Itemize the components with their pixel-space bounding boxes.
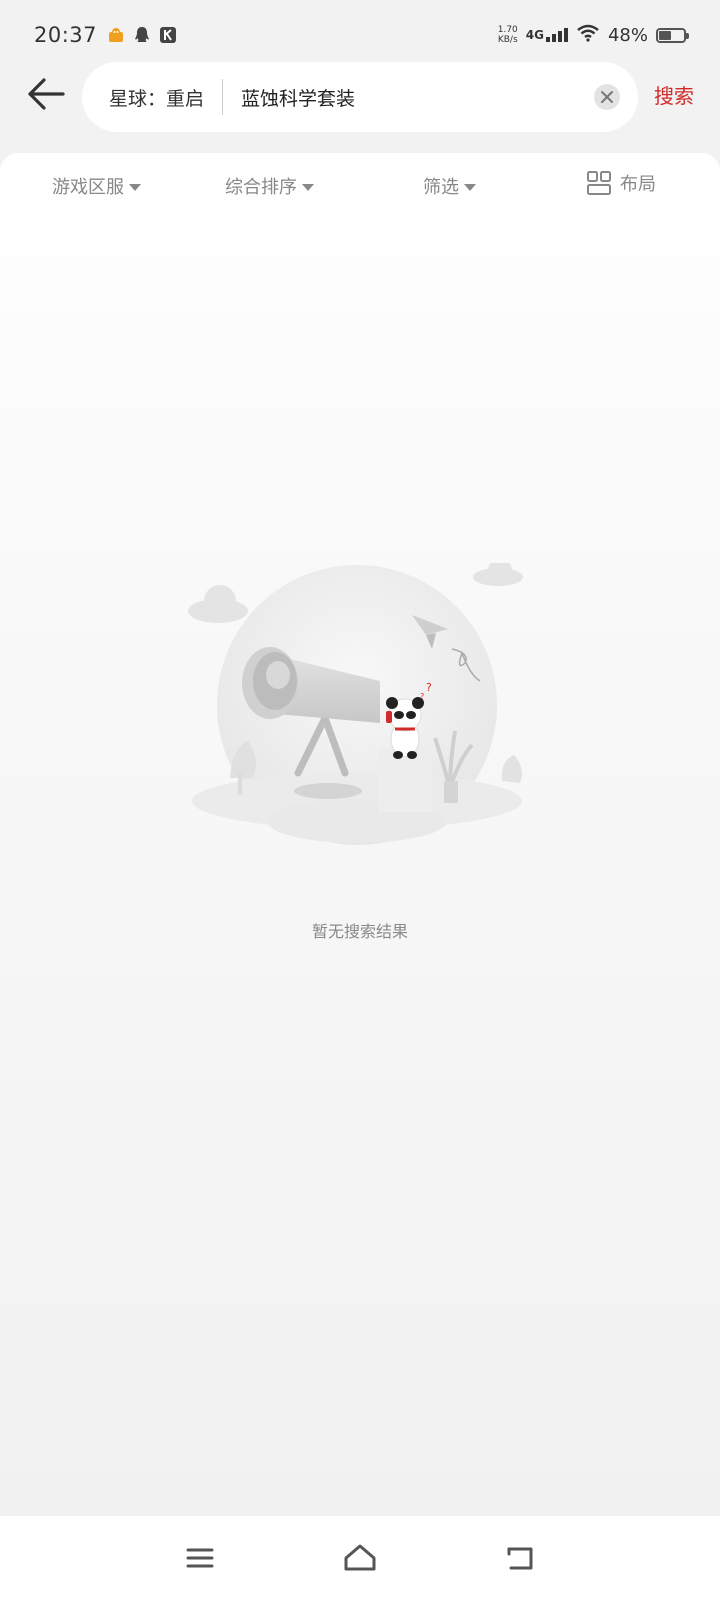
battery-fill [659, 30, 672, 40]
system-nav-bar [0, 1516, 720, 1600]
home-button[interactable] [340, 1538, 380, 1578]
k-app-icon [159, 26, 177, 44]
network-speed-value: 1.70 [497, 25, 518, 35]
filter-bar: 游戏区服 综合排序 筛选 布局 [0, 153, 720, 217]
network-type: 4G [525, 28, 544, 42]
network-speed-unit: KB/s [497, 35, 518, 45]
search-button[interactable]: 搜索 [654, 80, 694, 109]
network-speed: 1.70 KB/s [498, 25, 518, 45]
filter-label: 筛选 [423, 177, 459, 198]
notification-icons [107, 26, 177, 44]
svg-text:?: ? [420, 692, 424, 701]
qq-icon [133, 26, 151, 44]
menu-icon [186, 1548, 214, 1568]
caret-down-icon [464, 183, 476, 191]
search-box[interactable]: 星球：重启 蓝蚀科学套装 [82, 62, 638, 132]
status-indicators: 1.70 KB/s 4G 48% [498, 24, 689, 46]
home-icon [344, 1544, 376, 1571]
status-time: 20:37 [34, 23, 98, 47]
layout-label: 布局 [620, 174, 656, 195]
clear-button[interactable] [594, 84, 620, 110]
svg-text:?: ? [426, 681, 432, 694]
back-button[interactable] [24, 72, 68, 116]
search-header: 星球：重启 蓝蚀科学套装 搜索 [0, 58, 720, 136]
filter-dropdown[interactable]: 筛选 [423, 173, 476, 199]
filter-sort-dropdown[interactable]: 综合排序 [225, 173, 314, 199]
battery-icon [656, 27, 689, 43]
server-selector[interactable]: 星球：重启 [109, 84, 204, 111]
close-icon [601, 91, 613, 103]
arrow-left-icon [28, 78, 65, 110]
cellular-signal-icon: 4G [526, 28, 568, 42]
filter-server-dropdown[interactable]: 游戏区服 [52, 173, 141, 199]
caret-down-icon [302, 183, 314, 191]
wifi-icon [576, 24, 600, 46]
game-notification-icon [107, 26, 125, 44]
layout-toggle[interactable]: 布局 [586, 170, 656, 196]
caret-down-icon [129, 183, 141, 191]
battery-percent: 48% [607, 24, 648, 46]
search-input[interactable]: 蓝蚀科学套装 [241, 84, 594, 111]
search-divider [222, 79, 224, 115]
back-icon [507, 1547, 533, 1570]
back-nav-button[interactable] [500, 1538, 540, 1578]
empty-state-illustration: ? ? [188, 563, 523, 845]
filter-sort-label: 综合排序 [225, 177, 297, 198]
empty-state-message: 暂无搜索结果 [311, 922, 408, 941]
grid-layout-icon [587, 171, 611, 195]
menu-button[interactable] [180, 1538, 220, 1578]
filter-server-label: 游戏区服 [52, 177, 124, 198]
results-panel: 游戏区服 综合排序 筛选 布局 ? ? 暂无搜索结果 [0, 153, 720, 1516]
